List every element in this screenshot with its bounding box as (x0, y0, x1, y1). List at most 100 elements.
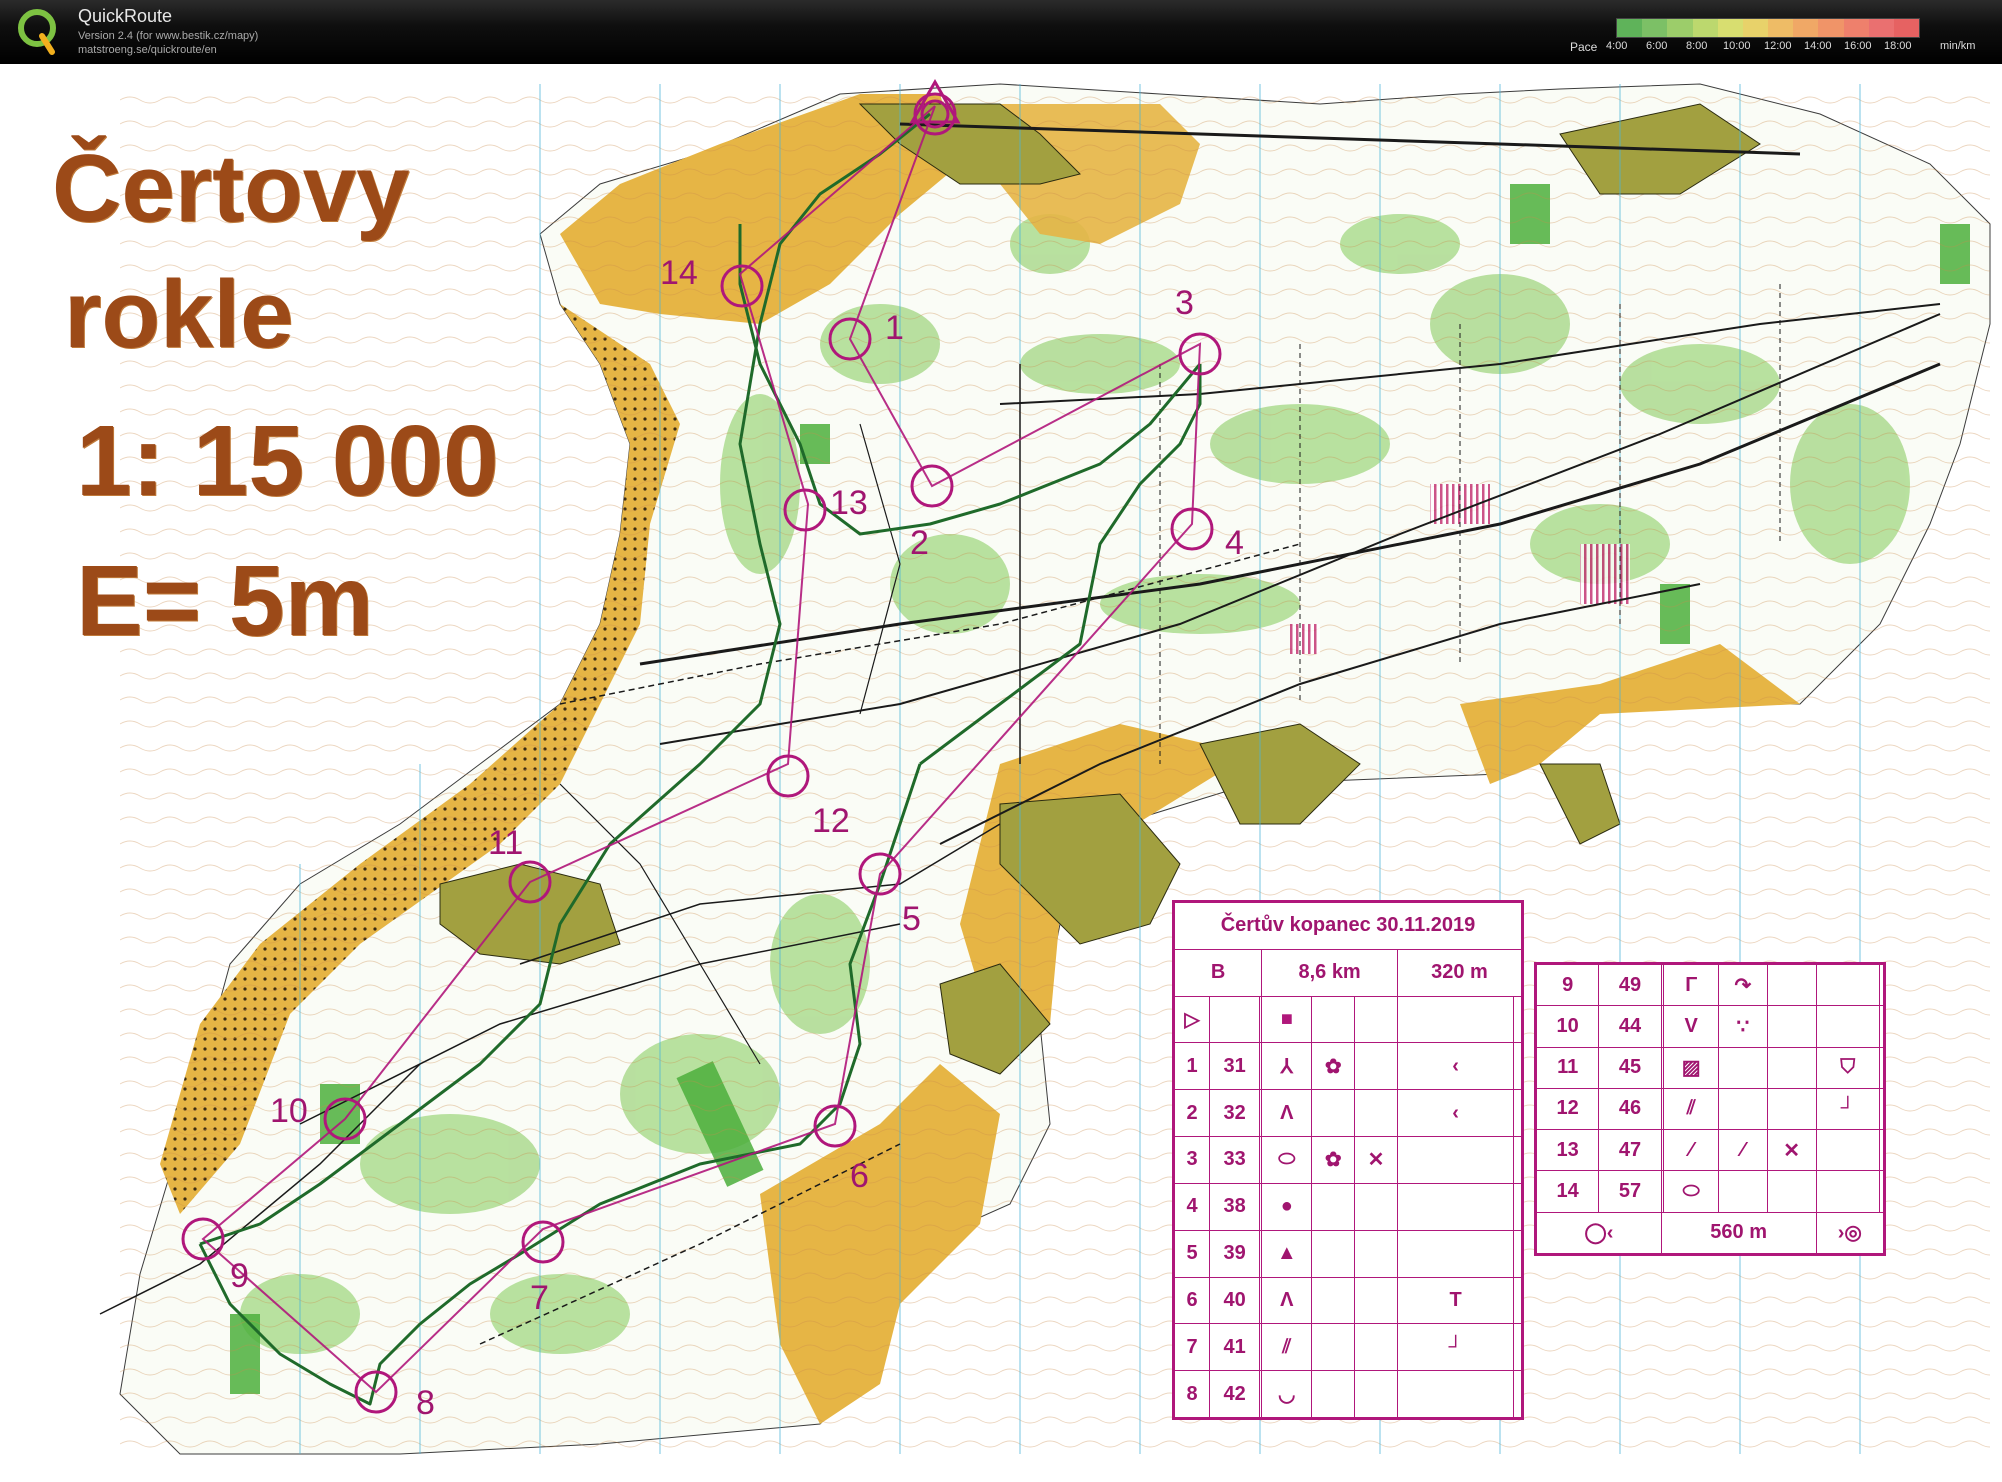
cd-climb: 320 m (1396, 948, 1523, 997)
cd-cell (1513, 1182, 1522, 1231)
control-description-right: 9 49 Γ ↷ 10 44 V ∵ 11 45 ▨ ⛉ 12 46 ⫽ ┘ 13 47 ⁄ ⁄ ✕ 14 57 ⬭ ◯‹ 5… (1534, 962, 1886, 1256)
cd-control-code: 49 (1598, 963, 1662, 1007)
pace-tick: 14:00 (1804, 40, 1832, 52)
control-number: 6 (850, 1157, 869, 1195)
cd-feature-symbol: ⫽ (1663, 1087, 1719, 1131)
cd-control-code: 41 (1209, 1323, 1261, 1372)
cd-control-number: 7 (1173, 1323, 1211, 1372)
cd-feature-symbol (1766, 1087, 1817, 1131)
cd-row: 5 39 ▲ (1173, 1229, 1522, 1278)
cd-row: 7 41 ⫽ ┘ (1173, 1323, 1522, 1372)
cd-control-number: 9 (1535, 963, 1600, 1007)
map-scale: 1: 15 000 (76, 405, 499, 517)
cd-feature-symbol: ⅄ (1261, 1042, 1313, 1091)
cd-row: 12 46 ⫽ ┘ (1535, 1087, 1885, 1131)
cd-control-number: 2 (1173, 1089, 1211, 1138)
forbidden-area (1290, 624, 1320, 654)
cd-feature-symbol (1396, 1136, 1515, 1184)
map-title-line1: Čertovy (52, 135, 410, 242)
app-version-info: Version 2.4 (for www.bestik.cz/mapy) mat… (78, 29, 258, 57)
cd-feature-symbol: ● (1261, 1182, 1313, 1231)
pace-tick: 4:00 (1606, 40, 1628, 52)
cd-control-code: 46 (1598, 1087, 1662, 1131)
control-number: 7 (530, 1279, 549, 1317)
cd-finish-start-symbol: ◯‹ (1536, 1211, 1662, 1255)
cd-feature-symbol: Λ (1261, 1276, 1313, 1325)
cd-control-number: 14 (1535, 1170, 1600, 1213)
cd-cell (1878, 1005, 1885, 1048)
cd-cell (1878, 1046, 1885, 1089)
cd-feature-symbol (1311, 1370, 1356, 1418)
pace-color-cell (1893, 19, 1920, 37)
control-number: 14 (660, 254, 698, 292)
cd-feature-symbol: ⬭ (1663, 1170, 1719, 1213)
pace-tick: 6:00 (1646, 40, 1668, 52)
forbidden-area (1580, 544, 1630, 604)
map-canvas: 1 2 3 4 5 6 7 8 9 10 11 12 13 14 (99, 78, 1991, 1455)
pace-tick: 10:00 (1723, 40, 1751, 52)
cd-feature-symbol (1815, 1005, 1880, 1048)
pace-color-scale (1616, 18, 1920, 38)
cd-feature-symbol: ✕ (1766, 1129, 1817, 1172)
control-number: 9 (230, 1257, 249, 1295)
pace-color-cell (1642, 19, 1668, 37)
control-description-left: Čertův kopanec 30.11.2019 B 8,6 km 320 m… (1172, 900, 1524, 1420)
cd-feature-symbol (1718, 1170, 1768, 1213)
cd-feature-symbol: ▨ (1663, 1046, 1719, 1089)
cd-feature-symbol: ▲ (1261, 1229, 1313, 1278)
cd-feature-symbol: ‹ (1396, 1089, 1515, 1138)
pace-tick: 18:00 (1884, 40, 1912, 52)
cd-start-symbol: ▷ (1173, 995, 1211, 1044)
cd-cell (1878, 1129, 1885, 1172)
pace-tick: 16:00 (1844, 40, 1872, 52)
cd-control-code: 33 (1209, 1136, 1261, 1184)
control-number: 1 (885, 309, 904, 347)
pace-tick: 12:00 (1764, 40, 1792, 52)
app-url: matstroeng.se/quickroute/en (78, 44, 217, 56)
cd-feature-symbol: ⁄ (1718, 1129, 1768, 1172)
cd-row: 4 38 ● (1173, 1182, 1522, 1231)
cd-control-code: 45 (1598, 1046, 1662, 1089)
control-number: 8 (416, 1384, 435, 1422)
cd-feature-symbol: ⛉ (1815, 1046, 1880, 1089)
cd-control-code: 39 (1209, 1229, 1261, 1278)
cd-feature-symbol (1718, 1046, 1768, 1089)
orienteering-map[interactable]: 1 2 3 4 5 6 7 8 9 10 11 12 13 14 Čertovy… (0, 64, 2002, 1477)
pace-ticks: 4:00 6:00 8:00 10:00 12:00 14:00 16:00 1… (1606, 40, 1936, 54)
cd-feature-symbol: ✿ (1311, 1136, 1356, 1184)
cd-feature-symbol: ✿ (1311, 1042, 1356, 1091)
cd-feature-symbol (1354, 1089, 1398, 1138)
cd-feature-symbol (1766, 1005, 1817, 1048)
cd-control-code: 47 (1598, 1129, 1662, 1172)
cd-length: 8,6 km (1261, 948, 1398, 997)
control-number: 2 (910, 524, 929, 562)
cd-row: 13 47 ⁄ ⁄ ✕ (1535, 1129, 1885, 1172)
cd-row: 3 33 ⬭ ✿ ✕ (1173, 1136, 1522, 1184)
cd-feature-symbol: Λ (1261, 1089, 1313, 1138)
cd-control-number: 3 (1173, 1136, 1211, 1184)
control-number: 10 (270, 1092, 308, 1130)
cd-control-number: 5 (1173, 1229, 1211, 1278)
cd-feature-symbol: V (1663, 1005, 1719, 1048)
cd-feature-symbol: ↷ (1718, 963, 1768, 1007)
cd-feature-symbol: ⫽ (1261, 1323, 1313, 1372)
pace-color-cell (1692, 19, 1718, 37)
cd-feature-symbol (1718, 1087, 1768, 1131)
app-titlebar: QuickRoute Version 2.4 (for www.bestik.c… (0, 0, 2002, 64)
control-number: 11 (488, 824, 523, 862)
cd-control-number: 12 (1535, 1087, 1600, 1131)
pace-unit: min/km (1940, 40, 1976, 52)
pace-legend-label: Pace (1570, 40, 1598, 54)
pace-tick: 8:00 (1686, 40, 1708, 52)
cd-feature-symbol (1311, 1323, 1356, 1372)
cd-row: 8 42 ◡ (1173, 1370, 1522, 1418)
cd-feature-symbol: ┘ (1815, 1087, 1880, 1131)
cd-feature-symbol (1311, 1182, 1356, 1231)
cd-cell (1878, 1087, 1885, 1131)
cd-event-title: Čertův kopanec 30.11.2019 (1174, 902, 1522, 950)
cd-control-number: 11 (1535, 1046, 1600, 1089)
cd-feature-symbol: ◡ (1261, 1370, 1313, 1418)
cd-control-number: 10 (1535, 1005, 1600, 1048)
cd-feature-symbol (1354, 1370, 1398, 1418)
cd-feature-symbol (1396, 1182, 1515, 1231)
